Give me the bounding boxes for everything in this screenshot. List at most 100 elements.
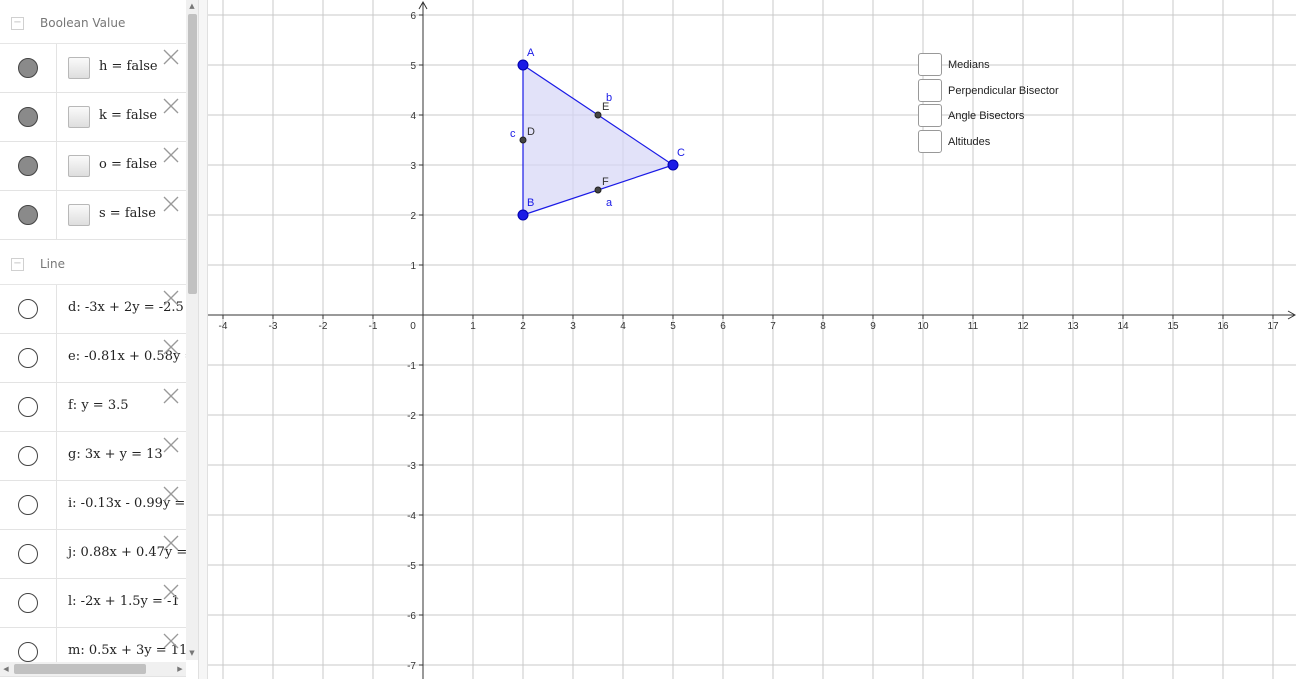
boolean-checkbox[interactable] [68,204,90,226]
x-tick-label: 2 [520,321,526,332]
boolean-definition[interactable]: s = false [99,206,156,221]
y-tick-label: -5 [407,561,416,572]
visibility-toggle-icon[interactable] [18,348,38,368]
scroll-down-arrow-icon[interactable]: ▼ [186,647,198,659]
point-f[interactable] [594,186,602,194]
delete-icon[interactable] [163,633,179,649]
checkbox-label[interactable]: Perpendicular Bisector [948,85,1059,97]
toggle-checkbox[interactable] [918,53,942,76]
delete-icon[interactable] [163,196,179,212]
scroll-left-arrow-icon[interactable]: ◀ [0,662,12,676]
point-label: D [527,126,535,138]
visibility-toggle-icon[interactable] [18,58,38,78]
line-header[interactable]: − Line [0,241,186,285]
toggle-checkbox[interactable] [918,129,942,153]
x-tick-label: 16 [1217,321,1229,332]
line-title: Line [40,257,66,271]
point-label: E [602,101,609,113]
visibility-column [0,481,57,529]
boolean-checkbox[interactable] [68,106,90,128]
delete-icon[interactable] [163,486,179,502]
visibility-toggle-icon[interactable] [18,593,38,613]
toggle-checkbox[interactable] [918,104,942,127]
coordinate-plane[interactable]: -4 -3 -2 -1 0 1 2 3 4 5 6 7 8 9 10 11 12 13 14 15 16 17654321… [208,0,1296,679]
x-tick-label: 3 [570,321,576,332]
segment-label: a [606,197,613,209]
algebra-view: − Boolean Value h = false k = false o = fa… [0,0,186,679]
line-row[interactable]: j: 0.88x + 0.47y = 4 [0,530,186,579]
line-row[interactable]: e: -0.81x + 0.58y = [0,334,186,383]
boolean-definition[interactable]: h = false [99,59,158,74]
scroll-up-arrow-icon[interactable]: ▲ [186,0,198,12]
visibility-toggle-icon[interactable] [18,495,38,515]
point-b[interactable] [517,209,529,221]
visibility-toggle-icon[interactable] [18,205,38,225]
boolean-value-title: Boolean Value [40,16,126,30]
checkbox-label[interactable]: Medians [948,59,990,71]
y-tick-label: 5 [410,61,416,72]
collapse-icon[interactable]: − [11,17,24,30]
boolean-definition[interactable]: k = false [99,108,157,123]
line-row[interactable]: l: -2x + 1.5y = -1 [0,579,186,628]
delete-icon[interactable] [163,49,179,65]
boolean-row[interactable]: k = false [0,93,186,142]
checkbox-label[interactable]: Altitudes [948,136,990,148]
checkbox-label[interactable]: Angle Bisectors [948,110,1024,122]
visibility-toggle-icon[interactable] [18,156,38,176]
visibility-column [0,334,57,382]
delete-icon[interactable] [163,98,179,114]
visibility-column [0,44,57,92]
boolean-definition[interactable]: o = false [99,157,157,172]
delete-icon[interactable] [163,147,179,163]
point-e[interactable] [594,111,602,119]
boolean-checkbox[interactable] [68,57,90,79]
line-equation[interactable]: g: 3x + y = 13 [68,447,163,462]
boolean-row[interactable]: h = false [0,44,186,93]
delete-icon[interactable] [163,388,179,404]
y-tick-label: 6 [410,11,416,22]
boolean-row[interactable]: o = false [0,142,186,191]
line-row[interactable]: d: -3x + 2y = -2.5 [0,285,186,334]
collapse-icon[interactable]: − [11,258,24,271]
delete-icon[interactable] [163,339,179,355]
line-row[interactable]: f: y = 3.5 [0,383,186,432]
x-tick-label: 0 [410,321,416,332]
view-divider[interactable] [198,0,208,679]
line-equation[interactable]: f: y = 3.5 [68,398,129,413]
visibility-column [0,530,57,578]
x-tick-label: 6 [720,321,726,332]
line-row[interactable]: g: 3x + y = 13 [0,432,186,481]
x-tick-label: 13 [1067,321,1079,332]
boolean-value-header[interactable]: − Boolean Value [0,0,186,44]
toggle-checkbox[interactable] [918,78,942,102]
delete-icon[interactable] [163,584,179,600]
algebra-vertical-scroll-thumb[interactable] [188,14,197,294]
visibility-toggle-icon[interactable] [18,299,38,319]
visibility-column [0,383,57,431]
y-tick-label: 2 [410,211,416,222]
visibility-toggle-icon[interactable] [18,397,38,417]
graphics-view[interactable]: -4 -3 -2 -1 0 1 2 3 4 5 6 7 8 9 10 11 12 13 14 15 16 17 6 5 4 3 2 1… [208,0,1296,679]
visibility-toggle-icon[interactable] [18,446,38,466]
point-label: B [527,197,534,209]
y-tick-label: -6 [407,611,416,622]
point-c[interactable] [667,159,679,171]
segment-label: c [510,128,516,140]
visibility-toggle-icon[interactable] [18,544,38,564]
scroll-right-arrow-icon[interactable]: ▶ [174,662,186,676]
x-tick-label: 10 [917,321,929,332]
delete-icon[interactable] [163,437,179,453]
y-tick-label: 3 [410,161,416,172]
boolean-row[interactable]: s = false [0,191,186,240]
visibility-column [0,579,57,627]
visibility-toggle-icon[interactable] [18,107,38,127]
delete-icon[interactable] [163,290,179,306]
algebra-horizontal-scroll-thumb[interactable] [14,664,146,674]
delete-icon[interactable] [163,535,179,551]
y-tick-label: 1 [410,261,416,272]
boolean-checkbox[interactable] [68,155,90,177]
visibility-toggle-icon[interactable] [18,642,38,662]
line-row[interactable]: i: -0.13x - 0.99y = - [0,481,186,530]
point-a[interactable] [517,59,529,71]
point-d[interactable] [519,136,527,144]
